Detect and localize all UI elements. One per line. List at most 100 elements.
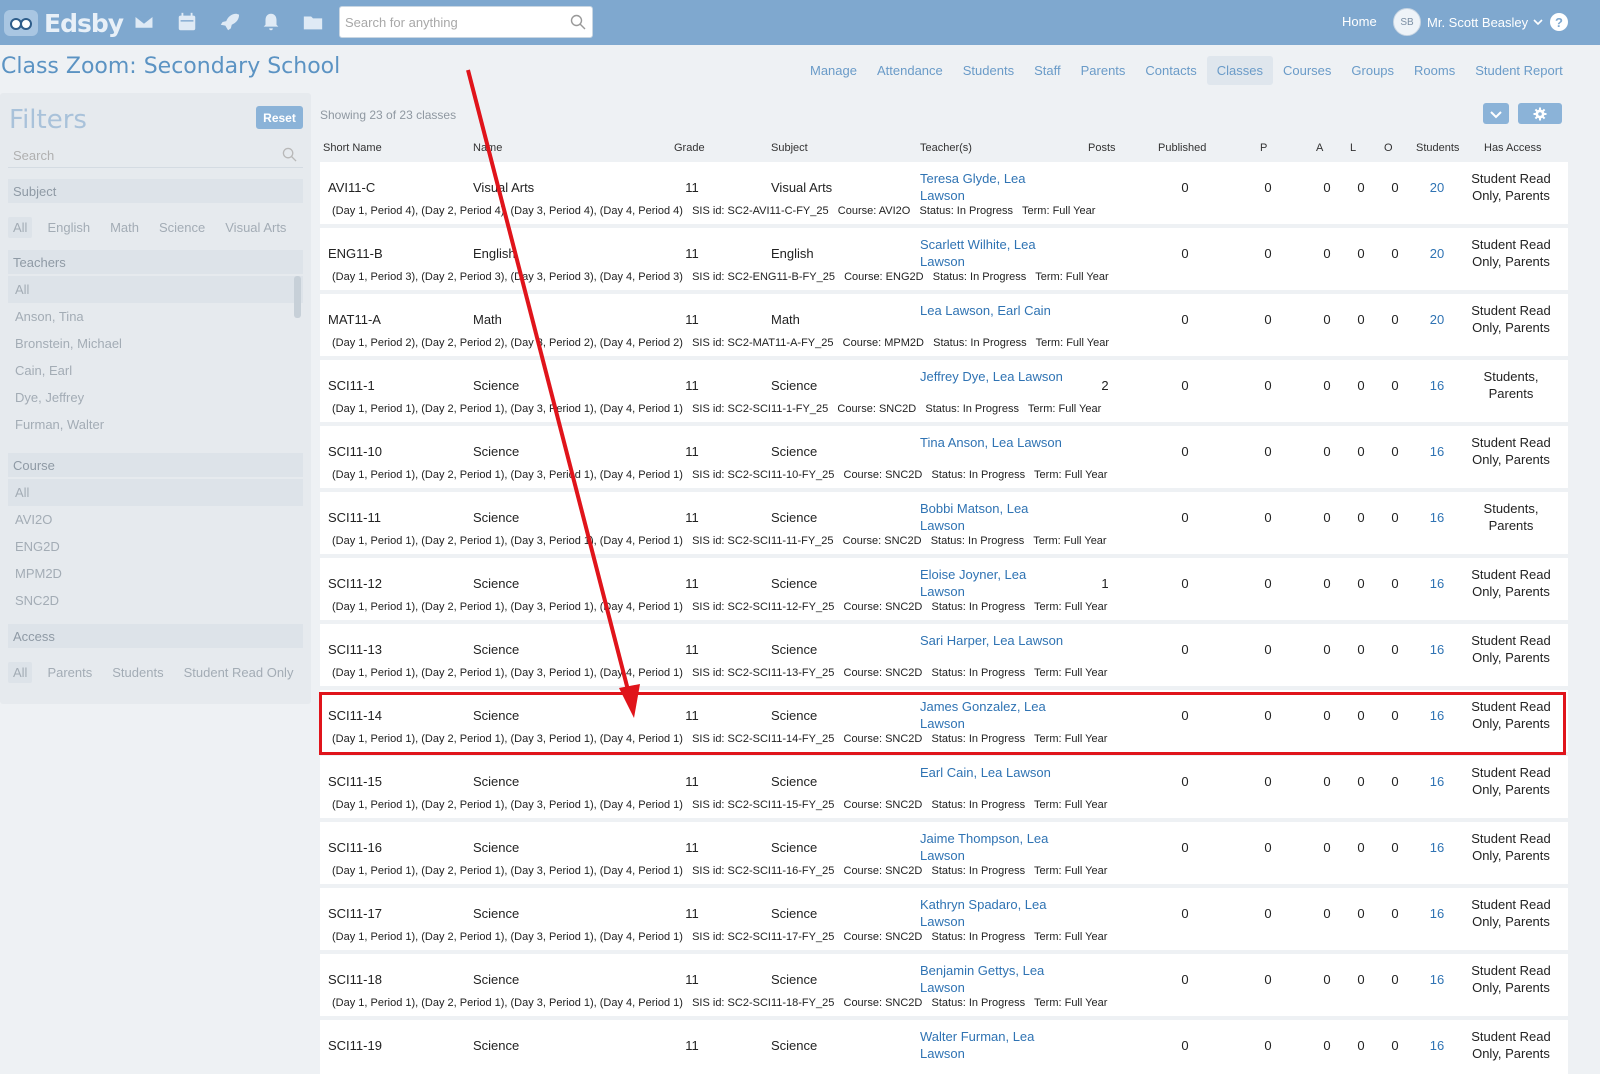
teacher-option-cain-earl[interactable]: Cain, Earl	[8, 357, 303, 384]
students-link[interactable]: 16	[1422, 972, 1452, 987]
students-link[interactable]: 16	[1422, 1038, 1452, 1053]
column-header-teacher-s-[interactable]: Teacher(s)	[920, 142, 972, 154]
students-link[interactable]: 16	[1422, 642, 1452, 657]
table-row[interactable]: SCI11-15 Science 11 Science 0 0 0 0 0 16 Earl Cain…	[320, 756, 1568, 820]
teachers-link[interactable]: Teresa Glyde, Lea Lawson	[920, 170, 1070, 204]
settings-button[interactable]	[1518, 103, 1562, 124]
folder-icon[interactable]	[301, 10, 325, 34]
teacher-option-dye-jeffrey[interactable]: Dye, Jeffrey	[8, 384, 303, 411]
nav-staff[interactable]: Staff	[1024, 56, 1071, 85]
teachers-link[interactable]: Bobbi Matson, Lea Lawson	[920, 500, 1070, 534]
subject-option-visual-arts[interactable]: Visual Arts	[220, 217, 291, 238]
column-header-grade[interactable]: Grade	[674, 142, 705, 154]
reset-button[interactable]: Reset	[256, 106, 303, 129]
help-icon[interactable]: ?	[1550, 13, 1568, 31]
course-option-eng2d[interactable]: ENG2D	[8, 533, 303, 560]
teachers-link[interactable]: Lea Lawson, Earl Cain	[920, 302, 1070, 319]
teachers-link[interactable]: Kathryn Spadaro, Lea Lawson	[920, 896, 1070, 930]
students-link[interactable]: 16	[1422, 906, 1452, 921]
table-row[interactable]: SCI11-1 Science 11 Science 2 0 0 0 0 0 16 Jeffrey D…	[320, 360, 1568, 424]
teachers-link[interactable]: Tina Anson, Lea Lawson	[920, 434, 1070, 451]
nav-contacts[interactable]: Contacts	[1135, 56, 1206, 85]
teachers-link[interactable]: Sari Harper, Lea Lawson	[920, 632, 1070, 649]
nav-classes[interactable]: Classes	[1206, 55, 1273, 85]
students-link[interactable]: 16	[1422, 510, 1452, 525]
subject-option-math[interactable]: Math	[105, 217, 144, 238]
global-search-input[interactable]	[340, 7, 560, 37]
teachers-link[interactable]: Benjamin Gettys, Lea Lawson	[920, 962, 1070, 996]
students-link[interactable]: 20	[1422, 246, 1452, 261]
table-row[interactable]: SCI11-13 Science 11 Science 0 0 0 0 0 16 Sari Harp…	[320, 624, 1568, 688]
user-menu[interactable]: SB Mr. Scott Beasley	[1393, 8, 1543, 36]
nav-attendance[interactable]: Attendance	[867, 56, 953, 85]
access-option-student-read-only[interactable]: Student Read Only	[179, 662, 299, 683]
table-row[interactable]: MAT11-A Math 11 Math 0 0 0 0 0 20 Lea Lawson, Earl…	[320, 294, 1568, 358]
teacher-option-furman-walter[interactable]: Furman, Walter	[8, 411, 303, 438]
table-row[interactable]: SCI11-18 Science 11 Science 0 0 0 0 0 16 Benjamin …	[320, 954, 1568, 1018]
teachers-link[interactable]: Walter Furman, Lea Lawson	[920, 1028, 1070, 1062]
students-link[interactable]: 16	[1422, 378, 1452, 393]
column-header-has-access[interactable]: Has Access	[1484, 142, 1541, 154]
home-link[interactable]: Home	[1342, 14, 1377, 29]
subject-option-science[interactable]: Science	[154, 217, 210, 238]
table-row[interactable]: SCI11-10 Science 11 Science 0 0 0 0 0 16 Tina Anso…	[320, 426, 1568, 490]
table-row[interactable]: ENG11-B English 11 English 0 0 0 0 0 20 Scarlett W…	[320, 228, 1568, 292]
subject-option-all[interactable]: All	[8, 216, 33, 238]
teacher-option-anson-tina[interactable]: Anson, Tina	[8, 303, 303, 330]
column-header-published[interactable]: Published	[1158, 142, 1206, 154]
subject-option-english[interactable]: English	[42, 217, 95, 238]
students-link[interactable]: 20	[1422, 180, 1452, 195]
collapse-button[interactable]	[1483, 103, 1509, 124]
access-option-all[interactable]: All	[8, 661, 33, 683]
calendar-icon[interactable]	[175, 10, 199, 34]
teacher-option-bronstein-michael[interactable]: Bronstein, Michael	[8, 330, 303, 357]
nav-students[interactable]: Students	[953, 56, 1024, 85]
column-header-short-name[interactable]: Short Name	[323, 142, 382, 154]
table-row[interactable]: AVI11-C Visual Arts 11 Visual Arts 0 0 0 0 0 20 Te…	[320, 162, 1568, 226]
nav-parents[interactable]: Parents	[1071, 56, 1136, 85]
access-option-parents[interactable]: Parents	[42, 662, 97, 683]
course-option-mpm2d[interactable]: MPM2D	[8, 560, 303, 587]
column-header-o[interactable]: O	[1384, 142, 1393, 154]
students-link[interactable]: 16	[1422, 708, 1452, 723]
students-link[interactable]: 16	[1422, 840, 1452, 855]
search-icon[interactable]	[282, 147, 297, 162]
global-search[interactable]	[339, 6, 593, 38]
course-option-snc2d[interactable]: SNC2D	[8, 587, 303, 614]
nav-manage[interactable]: Manage	[800, 56, 867, 85]
column-header-p[interactable]: P	[1260, 142, 1267, 154]
table-row[interactable]: SCI11-17 Science 11 Science 0 0 0 0 0 16 Kathryn S…	[320, 888, 1568, 952]
rocket-icon[interactable]	[217, 10, 241, 34]
column-header-posts[interactable]: Posts	[1088, 142, 1116, 154]
table-row[interactable]: SCI11-11 Science 11 Science 0 0 0 0 0 16 Bobbi Mat…	[320, 492, 1568, 556]
table-row[interactable]: SCI11-16 Science 11 Science 0 0 0 0 0 16 Jaime Tho…	[320, 822, 1568, 886]
column-header-students[interactable]: Students	[1416, 142, 1459, 154]
column-header-a[interactable]: A	[1316, 142, 1323, 154]
column-header-l[interactable]: L	[1350, 142, 1356, 154]
students-link[interactable]: 16	[1422, 576, 1452, 591]
column-header-subject[interactable]: Subject	[771, 142, 808, 154]
teachers-link[interactable]: Jaime Thompson, Lea Lawson	[920, 830, 1070, 864]
students-link[interactable]: 16	[1422, 774, 1452, 789]
table-row[interactable]: SCI11-19 Science 11 Science 0 0 0 0 0 16 Walter Fu…	[320, 1020, 1568, 1074]
table-row[interactable]: SCI11-14 Science 11 Science 0 0 0 0 0 16 James Gon…	[320, 690, 1568, 754]
teachers-link[interactable]: Earl Cain, Lea Lawson	[920, 764, 1070, 781]
teachers-link[interactable]: James Gonzalez, Lea Lawson	[920, 698, 1070, 732]
teachers-link[interactable]: Scarlett Wilhite, Lea Lawson	[920, 236, 1070, 270]
students-link[interactable]: 16	[1422, 444, 1452, 459]
edsby-logo[interactable]: Edsby	[4, 6, 124, 40]
teachers-link[interactable]: Jeffrey Dye, Lea Lawson	[920, 368, 1070, 385]
search-icon[interactable]	[570, 14, 586, 30]
nav-rooms[interactable]: Rooms	[1404, 56, 1465, 85]
students-link[interactable]: 20	[1422, 312, 1452, 327]
teachers-link[interactable]: Eloise Joyner, Lea Lawson	[920, 566, 1070, 600]
access-option-students[interactable]: Students	[107, 662, 168, 683]
mail-icon[interactable]	[132, 10, 156, 34]
bell-icon[interactable]	[259, 10, 283, 34]
filter-search-input[interactable]: Search	[8, 142, 303, 168]
nav-student-report[interactable]: Student Report	[1465, 56, 1572, 85]
table-row[interactable]: SCI11-12 Science 11 Science 1 0 0 0 0 0 16 Eloise J…	[320, 558, 1568, 622]
teachers-scrollbar[interactable]	[294, 276, 301, 318]
teacher-option-all[interactable]: All	[8, 276, 303, 303]
course-option-all[interactable]: All	[8, 479, 303, 506]
